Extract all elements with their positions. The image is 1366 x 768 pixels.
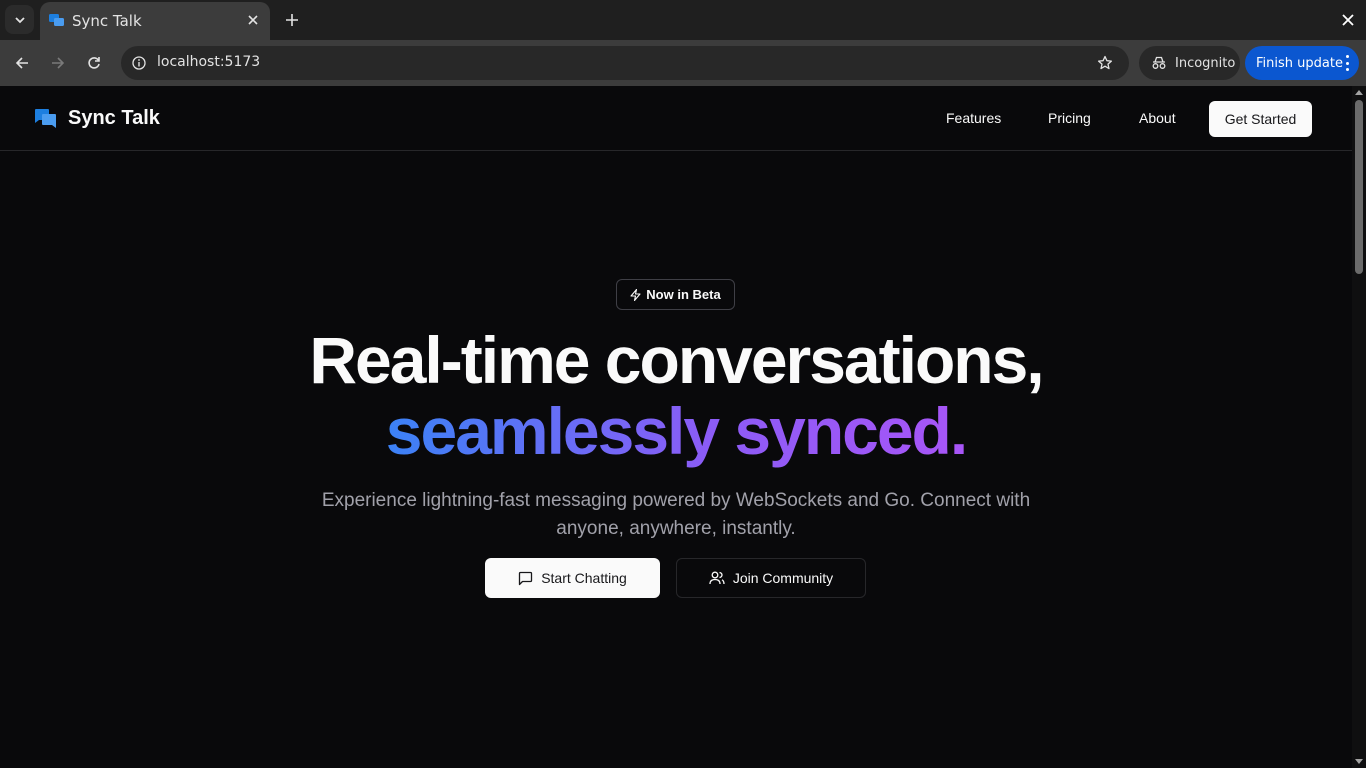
chat-bubbles-icon (35, 108, 56, 128)
get-started-button[interactable]: Get Started (1209, 101, 1312, 137)
headline-line1: Real-time conversations, (309, 323, 1044, 397)
incognito-label: Incognito (1175, 55, 1236, 71)
start-chatting-button[interactable]: Start Chatting (485, 558, 660, 598)
headline-gradient-text: seamlessly synced. (385, 394, 968, 468)
page-viewport: Sync Talk Features Pricing About Get Sta… (0, 86, 1352, 768)
site-info-icon (132, 56, 146, 70)
start-chatting-label: Start Chatting (541, 570, 627, 586)
chat-bubbles-icon (49, 14, 64, 26)
window-close-button[interactable] (1338, 10, 1358, 30)
forward-button[interactable] (47, 52, 69, 74)
scrollbar-thumb[interactable] (1355, 100, 1363, 274)
brand-logo[interactable]: Sync Talk (34, 107, 160, 130)
address-bar[interactable]: localhost:5173 (121, 46, 1129, 80)
hero-subtitle: Experience lightning-fast messaging powe… (321, 490, 1031, 539)
kebab-menu-icon[interactable] (1345, 55, 1349, 71)
forward-icon (52, 57, 65, 69)
close-icon (248, 15, 258, 25)
users-icon (709, 571, 725, 585)
lightning-icon (630, 288, 641, 301)
brand-name: Sync Talk (68, 107, 160, 129)
scroll-down-arrow[interactable] (1355, 759, 1363, 764)
tab-strip: Sync Talk (0, 0, 1366, 40)
browser-toolbar: localhost:5173 Incognito Finish update (0, 40, 1366, 86)
message-square-icon (519, 571, 533, 585)
beta-badge-label: Now in Beta (646, 287, 721, 302)
reload-button[interactable] (83, 52, 105, 74)
close-tab-button[interactable] (244, 11, 262, 29)
finish-update-label: Finish update (1256, 55, 1343, 71)
reload-icon (88, 57, 100, 69)
join-community-button[interactable]: Join Community (676, 558, 866, 598)
new-tab-button[interactable] (282, 10, 302, 30)
close-icon (1342, 14, 1354, 26)
nav-about[interactable]: About (1139, 110, 1176, 126)
browser-tab[interactable]: Sync Talk (40, 2, 270, 40)
url-text: localhost:5173 (157, 54, 261, 70)
bookmark-button[interactable] (1095, 53, 1115, 73)
plus-icon (286, 14, 298, 26)
nav-pricing[interactable]: Pricing (1048, 110, 1091, 126)
site-header: Sync Talk Features Pricing About Get Sta… (0, 86, 1352, 151)
vertical-scrollbar[interactable] (1352, 86, 1366, 768)
site-info-button[interactable] (129, 53, 149, 73)
finish-update-button[interactable]: Finish update (1245, 46, 1359, 80)
beta-badge: Now in Beta (616, 279, 735, 310)
back-icon (15, 57, 28, 69)
chevron-down-icon (14, 16, 25, 23)
tab-list-button[interactable] (5, 5, 34, 34)
headline-line2: seamlessly synced. (0, 395, 1352, 467)
tab-title: Sync Talk (72, 12, 142, 30)
back-button[interactable] (11, 52, 33, 74)
incognito-indicator[interactable]: Incognito (1139, 46, 1240, 80)
join-community-label: Join Community (732, 570, 834, 586)
scroll-up-arrow[interactable] (1355, 90, 1363, 95)
star-icon (1097, 55, 1113, 70)
nav-features[interactable]: Features (946, 110, 1001, 126)
incognito-icon (1152, 56, 1166, 69)
